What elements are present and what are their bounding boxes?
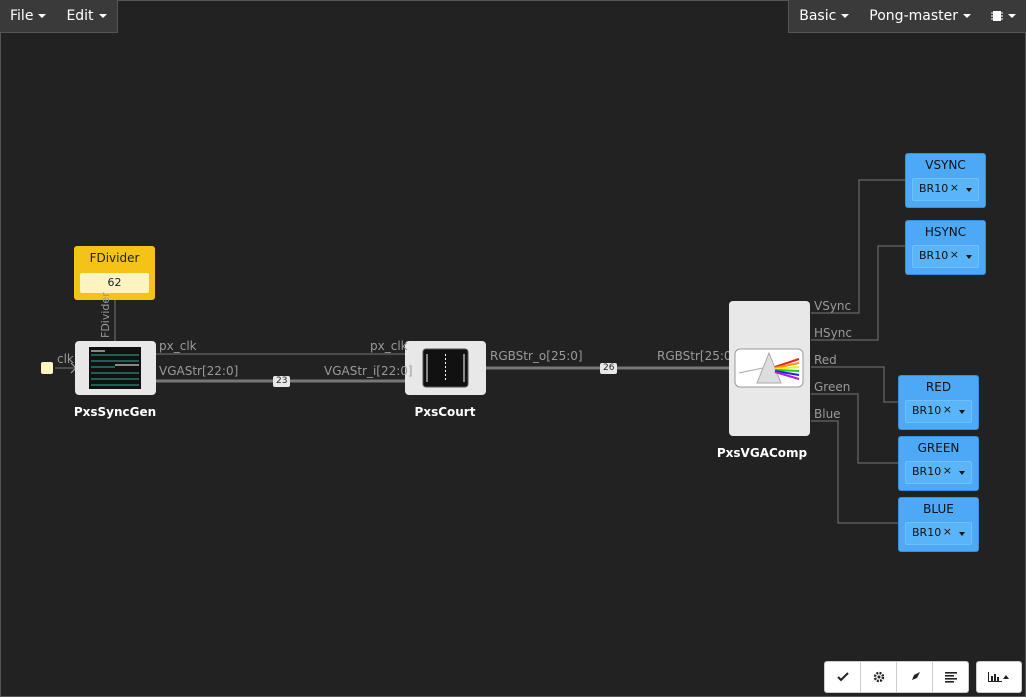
pin-value: BR10 <box>912 404 942 417</box>
fdivider-value-input[interactable]: 62 <box>80 273 149 293</box>
pxssyncgen-label: PxsSyncGen <box>73 405 157 419</box>
court-icon <box>422 348 469 388</box>
fdivider-title: FDivider <box>89 251 140 265</box>
edit-menu-label: Edit <box>66 8 94 24</box>
pin-select[interactable]: BR10 × <box>905 400 972 423</box>
clear-icon[interactable]: × <box>950 248 959 261</box>
chip-icon <box>991 11 1003 21</box>
vga-out-green-label: Green <box>814 380 851 394</box>
board-menu[interactable] <box>981 0 1026 32</box>
rgb-bus-width-badge: 26 <box>600 363 618 374</box>
court-in-clk-label: px_clk <box>370 339 408 353</box>
blue-wire <box>811 420 898 524</box>
chevron-down-icon[interactable] <box>966 255 972 259</box>
pin-select[interactable]: BR10 × <box>912 178 979 201</box>
chevron-down-icon[interactable] <box>966 188 972 192</box>
fdivider-port-label: FDivider <box>99 292 112 338</box>
output-port-title: GREEN <box>917 441 960 455</box>
vga-out-blue-label: Blue <box>814 407 841 421</box>
output-port-vsync[interactable]: VSYNC BR10 × <box>905 153 986 208</box>
project-menu[interactable]: Pong-master <box>859 0 981 32</box>
chevron-down-icon <box>38 14 47 18</box>
gear-icon <box>873 671 884 683</box>
chevron-down-icon <box>1008 14 1016 18</box>
menubar-left: File Edit <box>0 0 118 33</box>
vga-out-red-label: Red <box>814 353 837 367</box>
output-port-title: RED <box>925 380 952 394</box>
pin-value: BR10 <box>919 249 949 262</box>
deploy-button[interactable] <box>897 662 933 692</box>
file-menu[interactable]: File <box>0 0 56 32</box>
chevron-down-icon[interactable] <box>959 532 965 536</box>
court-in-vga-label: VGAStr_i[22:0] <box>324 364 413 378</box>
stats-button[interactable] <box>976 661 1022 693</box>
vga-bus-width-badge: 23 <box>273 376 291 387</box>
pin-select[interactable]: BR10 × <box>905 522 972 545</box>
mode-menu-label: Basic <box>799 8 837 24</box>
output-port-title: HSYNC <box>924 225 967 239</box>
clear-icon[interactable]: × <box>943 464 952 477</box>
chevron-down-icon <box>963 14 971 18</box>
pin-select[interactable]: BR10 × <box>905 461 972 484</box>
pin-value: BR10 <box>919 182 949 195</box>
verify-button[interactable] <box>825 662 861 692</box>
output-port-title: VSYNC <box>925 158 966 172</box>
settings-button[interactable] <box>861 662 897 692</box>
pxsvgacomp-label: PxsVGAComp <box>716 446 808 460</box>
clk-label: clk <box>57 352 74 366</box>
pxscourt-block[interactable] <box>405 341 486 395</box>
pxsvgacomp-block[interactable] <box>729 301 810 436</box>
output-port-hsync[interactable]: HSYNC BR10 × <box>905 220 986 275</box>
chevron-down-icon <box>841 14 850 18</box>
log-button[interactable] <box>933 662 968 692</box>
green-wire <box>811 393 898 464</box>
pin-select[interactable]: BR10 × <box>912 245 979 268</box>
sync-generator-icon <box>89 347 141 389</box>
prism-icon <box>734 348 804 388</box>
clear-icon[interactable]: × <box>943 403 952 416</box>
rocket-icon <box>909 672 920 682</box>
vga-out-vsync-label: VSync <box>814 299 852 313</box>
pxscourt-label: PxsCourt <box>414 405 476 419</box>
output-port-title: BLUE <box>923 502 954 516</box>
court-out-rgb-label: RGBStr_o[25:0] <box>490 349 583 363</box>
syncgen-out-vga-label: VGAStr[22:0] <box>159 364 239 378</box>
vga-out-hsync-label: HSync <box>814 326 852 340</box>
bar-chart-icon <box>988 672 1009 682</box>
output-port-red[interactable]: RED BR10 × <box>898 375 979 430</box>
mode-menu[interactable]: Basic <box>789 0 859 32</box>
output-port-blue[interactable]: BLUE BR10 × <box>898 497 979 552</box>
chevron-down-icon[interactable] <box>959 471 965 475</box>
check-icon <box>836 672 849 682</box>
clk-input-port[interactable] <box>41 362 53 374</box>
align-left-icon <box>944 671 957 683</box>
pin-value: BR10 <box>912 526 942 539</box>
pxssyncgen-block[interactable] <box>75 341 156 395</box>
project-menu-label: Pong-master <box>869 8 958 24</box>
output-port-green[interactable]: GREEN BR10 × <box>898 436 979 491</box>
clear-icon[interactable]: × <box>950 181 959 194</box>
fdivider-block[interactable]: FDivider 62 <box>74 246 155 300</box>
edit-menu[interactable]: Edit <box>56 0 116 32</box>
bottom-toolbar <box>824 661 969 693</box>
clear-icon[interactable]: × <box>943 525 952 538</box>
chevron-down-icon <box>98 14 107 18</box>
vga-in-rgb-label: RGBStr[25:0] <box>657 349 737 363</box>
chevron-down-icon[interactable] <box>959 410 965 414</box>
pin-value: BR10 <box>912 465 942 478</box>
syncgen-out-clk-label: px_clk <box>159 339 197 353</box>
menubar-right: Basic Pong-master <box>788 0 1026 33</box>
file-menu-label: File <box>10 8 34 24</box>
